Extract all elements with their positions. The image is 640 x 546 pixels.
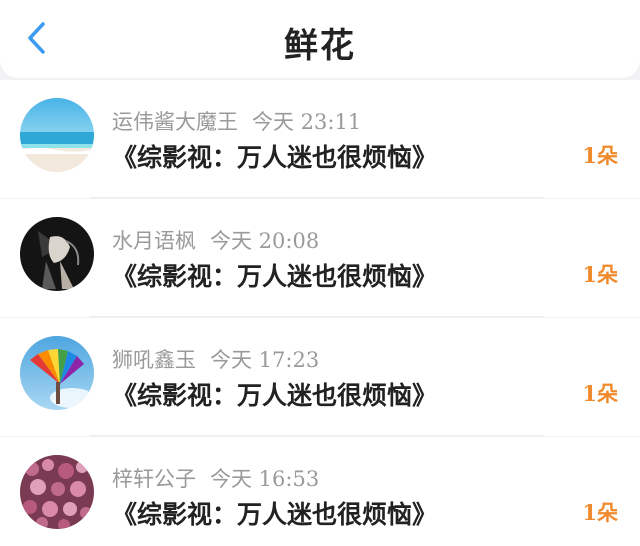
book-title[interactable]: 《综影视：万人迷也很烦恼》 — [112, 495, 437, 531]
header-bar: 鲜花 — [0, 0, 640, 78]
gift-list: 运伟酱大魔王 今天 23:11 《综影视：万人迷也很烦恼》 1朵 水月语枫 今天 2… — [0, 80, 640, 546]
list-item[interactable]: 水月语枫 今天 20:08 《综影视：万人迷也很烦恼》 1朵 — [0, 199, 640, 317]
username[interactable]: 运伟酱大魔王 — [112, 110, 238, 134]
divider — [90, 316, 544, 317]
item-meta: 狮吼鑫玉 今天 17:23 — [112, 344, 319, 374]
item-meta: 梓轩公子 今天 16:53 — [112, 463, 319, 493]
item-meta: 运伟酱大魔王 今天 23:11 — [112, 106, 361, 136]
list-item[interactable]: 狮吼鑫玉 今天 17:23 《综影视：万人迷也很烦恼》 1朵 — [0, 318, 640, 436]
beach-avatar-image — [20, 98, 94, 172]
divider — [90, 435, 544, 436]
item-meta: 水月语枫 今天 20:08 — [112, 225, 319, 255]
flower-count: 1朵 — [582, 381, 618, 406]
book-title[interactable]: 《综影视：万人迷也很烦恼》 — [112, 376, 437, 412]
username[interactable]: 水月语枫 — [112, 229, 196, 253]
timestamp: 今天 23:11 — [252, 110, 362, 134]
dark-figure-avatar-image — [20, 217, 94, 291]
rainbow-fan-avatar-image — [20, 336, 94, 410]
timestamp: 今天 20:08 — [210, 229, 320, 253]
timestamp: 今天 17:23 — [210, 348, 320, 372]
avatar[interactable] — [20, 98, 94, 172]
username[interactable]: 狮吼鑫玉 — [112, 348, 196, 372]
page-title: 鲜花 — [284, 26, 356, 66]
list-item[interactable]: 梓轩公子 今天 16:53 《综影视：万人迷也很烦恼》 1朵 — [0, 437, 640, 546]
flower-count: 1朵 — [582, 500, 618, 525]
book-title[interactable]: 《综影视：万人迷也很烦恼》 — [112, 138, 437, 174]
flower-count: 1朵 — [582, 143, 618, 168]
avatar[interactable] — [20, 217, 94, 291]
flowers-avatar-image — [20, 455, 94, 529]
divider — [90, 197, 544, 198]
username[interactable]: 梓轩公子 — [112, 467, 196, 491]
timestamp: 今天 16:53 — [210, 467, 320, 491]
book-title[interactable]: 《综影视：万人迷也很烦恼》 — [112, 257, 437, 293]
avatar[interactable] — [20, 336, 94, 410]
avatar[interactable] — [20, 455, 94, 529]
list-item[interactable]: 运伟酱大魔王 今天 23:11 《综影视：万人迷也很烦恼》 1朵 — [0, 80, 640, 198]
flower-count: 1朵 — [582, 262, 618, 287]
